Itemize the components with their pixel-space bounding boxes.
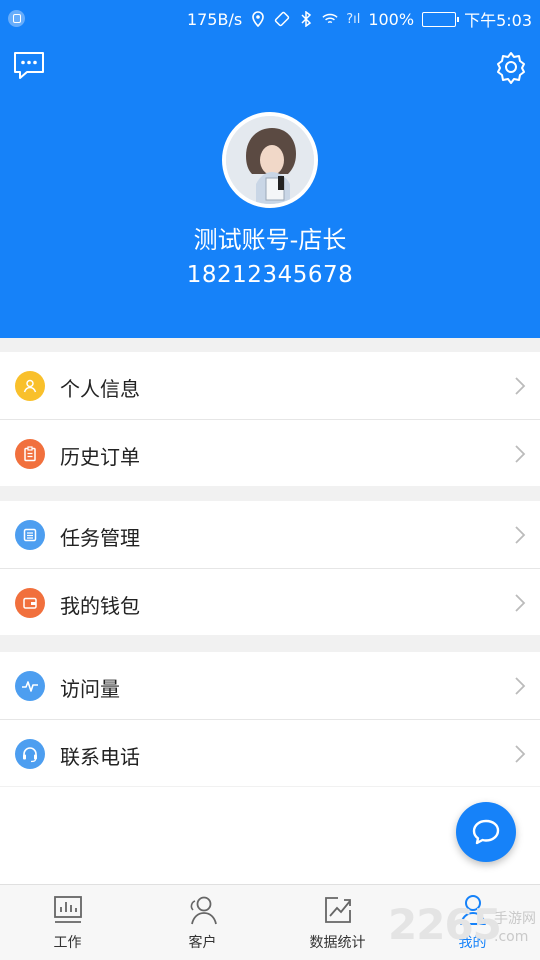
- chevron-right-icon: [515, 445, 526, 463]
- person-icon: [15, 371, 45, 401]
- chat-bubble-icon: [472, 819, 500, 845]
- signal-icon: ?ıl: [346, 11, 361, 27]
- chevron-right-icon: [515, 594, 526, 612]
- menu-item-label: 任务管理: [60, 526, 140, 550]
- menu-item-task-management[interactable]: 任务管理: [0, 501, 540, 568]
- tab-customers[interactable]: 客户: [135, 885, 270, 960]
- wifi-icon: [322, 11, 338, 27]
- clock: 下午5:03: [464, 11, 532, 30]
- menu-item-visits[interactable]: 访问量: [0, 652, 540, 719]
- watermark-text: 手游网 .com: [494, 911, 536, 945]
- clipboard-icon: [15, 439, 45, 469]
- pulse-icon: [15, 671, 45, 701]
- chat-fab-button[interactable]: [456, 802, 516, 862]
- status-bar: 175B/s ?ıl 100% 下午5:03: [0, 0, 540, 38]
- rotate-icon: [274, 11, 290, 27]
- battery-icon: [422, 11, 460, 27]
- menu-item-label: 我的钱包: [60, 594, 140, 618]
- tab-statistics[interactable]: 数据统计: [270, 885, 405, 960]
- menu-item-contact-phone[interactable]: 联系电话: [0, 719, 540, 786]
- tab-label: 客户: [188, 935, 217, 951]
- menu-group-2: 任务管理 我的钱包: [0, 501, 540, 635]
- watermark-logo: 2265 手游网 .com: [388, 900, 538, 956]
- menu-item-label: 联系电话: [60, 745, 140, 769]
- trend-icon: [324, 897, 351, 923]
- location-icon: [250, 11, 266, 27]
- status-bar-right: 175B/s ?ıl 100% 下午5:03: [186, 9, 532, 31]
- customers-icon: [190, 896, 217, 925]
- tab-work[interactable]: 工作: [0, 885, 135, 960]
- chevron-right-icon: [515, 677, 526, 695]
- network-speed: 175B/s: [186, 9, 243, 29]
- menu-item-label: 个人信息: [60, 377, 140, 401]
- settings-gear-icon[interactable]: [494, 50, 528, 84]
- avatar[interactable]: [222, 112, 318, 208]
- tab-label: 数据统计: [309, 935, 366, 951]
- wallet-icon: [15, 588, 45, 618]
- headset-icon: [15, 739, 45, 769]
- profile-header: 测试账号-店长 18212345678: [0, 38, 540, 338]
- menu-item-personal-info[interactable]: 个人信息: [0, 352, 540, 419]
- menu-item-label: 访问量: [60, 677, 120, 701]
- message-icon[interactable]: [12, 50, 46, 82]
- tab-label: 工作: [53, 935, 82, 951]
- chevron-right-icon: [515, 526, 526, 544]
- chevron-right-icon: [515, 745, 526, 763]
- username: 测试账号-店长: [193, 226, 347, 254]
- watermark-number: 2265: [388, 900, 502, 949]
- menu-item-my-wallet[interactable]: 我的钱包: [0, 568, 540, 635]
- menu-group-1: 个人信息 历史订单: [0, 352, 540, 486]
- chevron-right-icon: [515, 377, 526, 395]
- menu-item-label: 历史订单: [60, 445, 140, 469]
- list-icon: [15, 520, 45, 550]
- chart-board-icon: [53, 896, 82, 923]
- bluetooth-icon: [298, 11, 314, 27]
- menu-item-order-history[interactable]: 历史订单: [0, 419, 540, 486]
- menu-group-3: 访问量 联系电话: [0, 652, 540, 786]
- phone-number: 18212345678: [186, 262, 354, 288]
- notification-icon: [8, 10, 25, 27]
- battery-percent: 100%: [368, 9, 415, 29]
